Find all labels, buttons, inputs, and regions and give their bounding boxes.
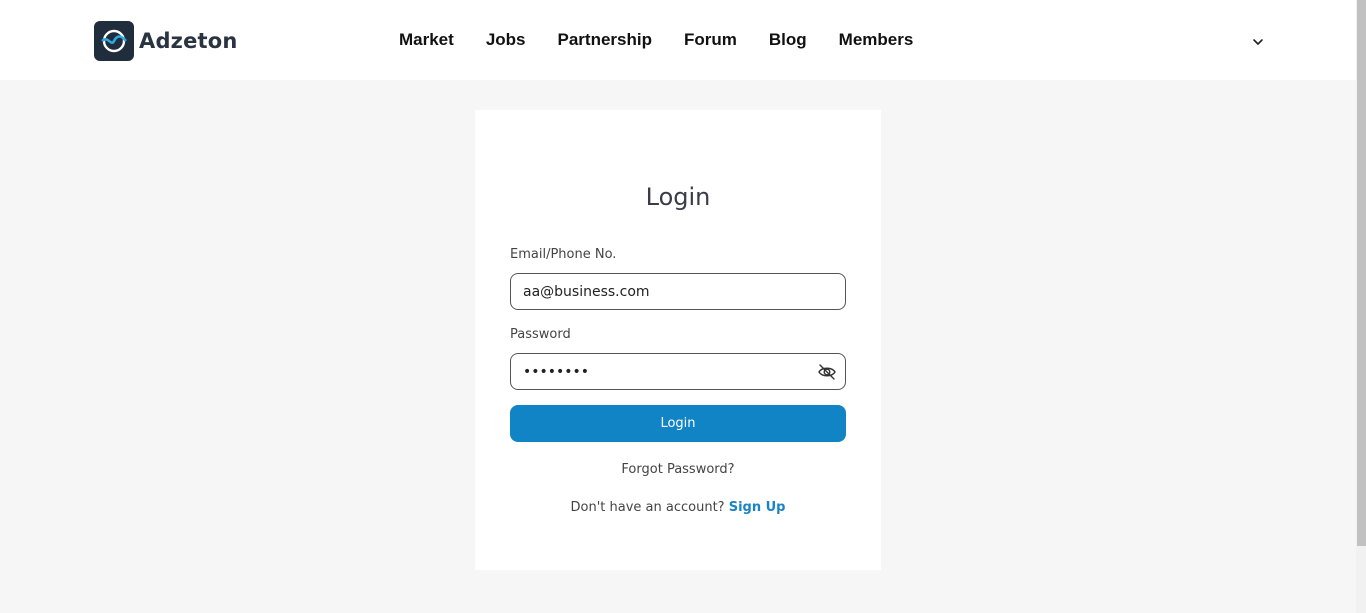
nav-market[interactable]: Market [399, 30, 454, 50]
nav-members[interactable]: Members [839, 30, 914, 50]
eye-off-icon[interactable] [817, 363, 837, 381]
password-label: Password [510, 327, 571, 342]
scrollbar-thumb[interactable] [1357, 0, 1366, 546]
no-account-text: Don't have an account? [570, 500, 725, 515]
chevron-down-icon[interactable] [1251, 34, 1265, 48]
logo-mark-icon [94, 21, 134, 61]
signup-prompt: Don't have an account? Sign Up [475, 500, 881, 515]
nav-blog[interactable]: Blog [769, 30, 807, 50]
nav-jobs[interactable]: Jobs [486, 30, 526, 50]
email-field-wrapper [510, 273, 846, 310]
password-field-wrapper [510, 353, 846, 390]
nav-partnership[interactable]: Partnership [558, 30, 652, 50]
nav-forum[interactable]: Forum [684, 30, 737, 50]
login-button[interactable]: Login [510, 405, 846, 442]
top-header: Adzeton Market Jobs Partnership Forum Bl… [0, 0, 1356, 80]
forgot-password-link[interactable]: Forgot Password? [475, 462, 881, 477]
brand-logo[interactable]: Adzeton [94, 21, 238, 61]
brand-name: Adzeton [139, 29, 238, 53]
main-nav: Market Jobs Partnership Forum Blog Membe… [399, 30, 913, 50]
email-label: Email/Phone No. [510, 247, 617, 262]
login-title: Login [645, 183, 711, 211]
email-field[interactable] [523, 283, 833, 300]
sign-up-link[interactable]: Sign Up [729, 500, 786, 515]
password-field[interactable] [523, 363, 833, 380]
